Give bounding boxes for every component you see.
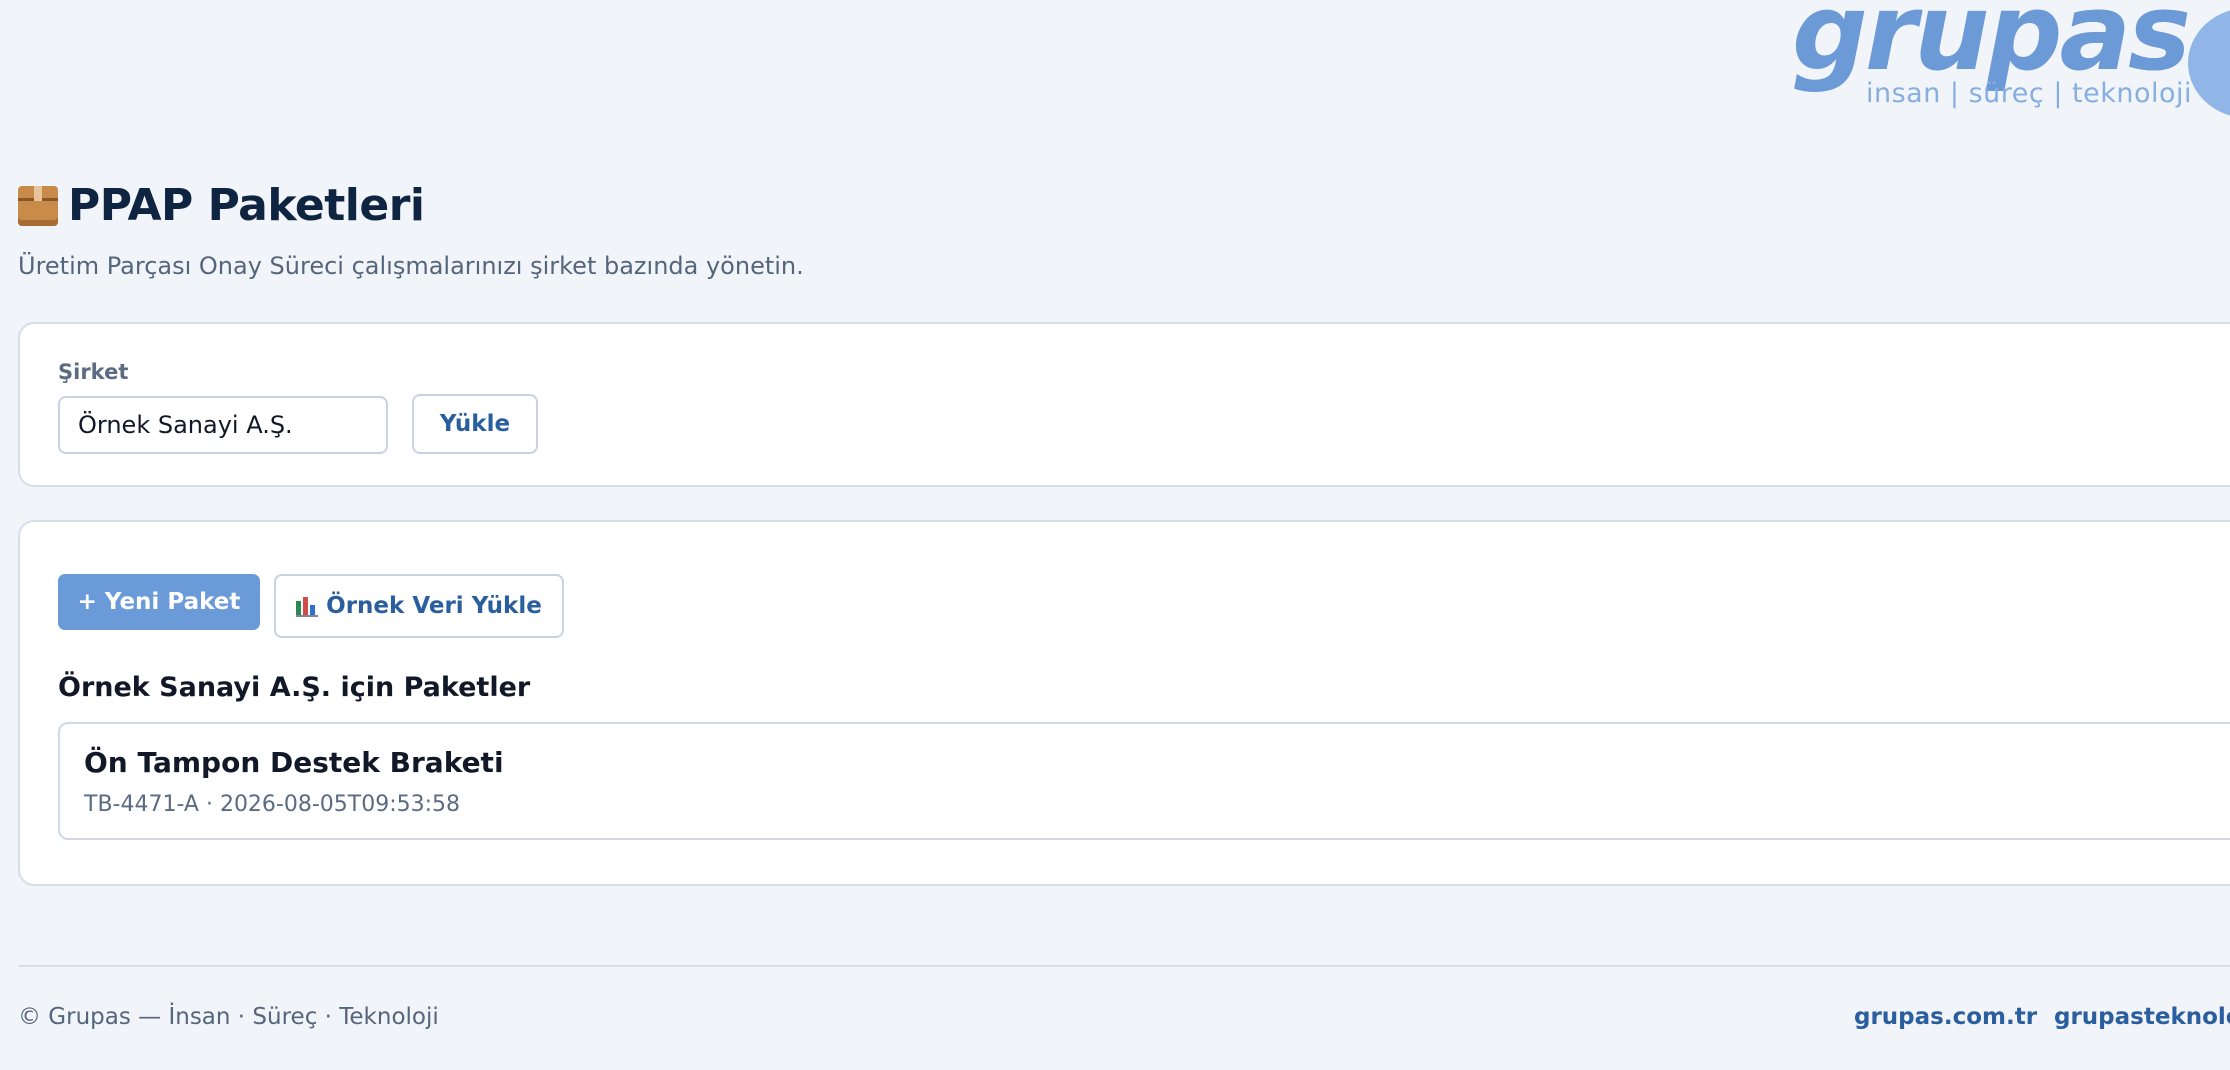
package-list-item[interactable]: Ön Tampon Destek Braketi TB-4471-A · 202…: [58, 722, 2230, 840]
page-title: PPAP Paketleri: [18, 180, 425, 231]
load-sample-data-label: Örnek Veri Yükle: [326, 593, 542, 619]
company-field-label: Şirket: [58, 360, 129, 384]
logo-wordmark: grupas: [1792, 0, 2191, 94]
footer-divider: [18, 965, 2230, 967]
page-title-text: PPAP Paketleri: [68, 180, 425, 231]
packages-card: + Yeni Paket Örnek Veri Yükle Örnek Sana…: [18, 520, 2230, 886]
package-name: Ön Tampon Destek Braketi: [84, 746, 504, 779]
logo-tagline: insan | süreç | teknoloji: [1866, 78, 2192, 109]
footer-link-grupasteknoloji[interactable]: grupasteknoloji: [2054, 1004, 2230, 1030]
new-package-button[interactable]: + Yeni Paket: [58, 574, 260, 630]
company-input[interactable]: [58, 396, 388, 454]
bar-chart-icon: [296, 595, 319, 617]
footer-link-grupas[interactable]: grupas.com.tr: [1854, 1004, 2037, 1030]
logo-swoosh-shape: [2188, 8, 2230, 118]
package-box-icon: [18, 185, 58, 226]
page-subtitle: Üretim Parçası Onay Süreci çalışmalarını…: [18, 252, 804, 280]
brand-logo: grupas insan | süreç | teknoloji: [1788, 0, 2230, 130]
company-filter-card: Şirket Yükle: [18, 322, 2230, 487]
load-sample-data-button[interactable]: Örnek Veri Yükle: [274, 574, 564, 638]
footer-copyright: © Grupas — İnsan · Süreç · Teknoloji: [18, 1004, 439, 1030]
packages-section-heading: Örnek Sanayi A.Ş. için Paketler: [58, 672, 531, 703]
package-meta: TB-4471-A · 2026-08-05T09:53:58: [84, 792, 461, 817]
load-button[interactable]: Yükle: [412, 394, 538, 454]
